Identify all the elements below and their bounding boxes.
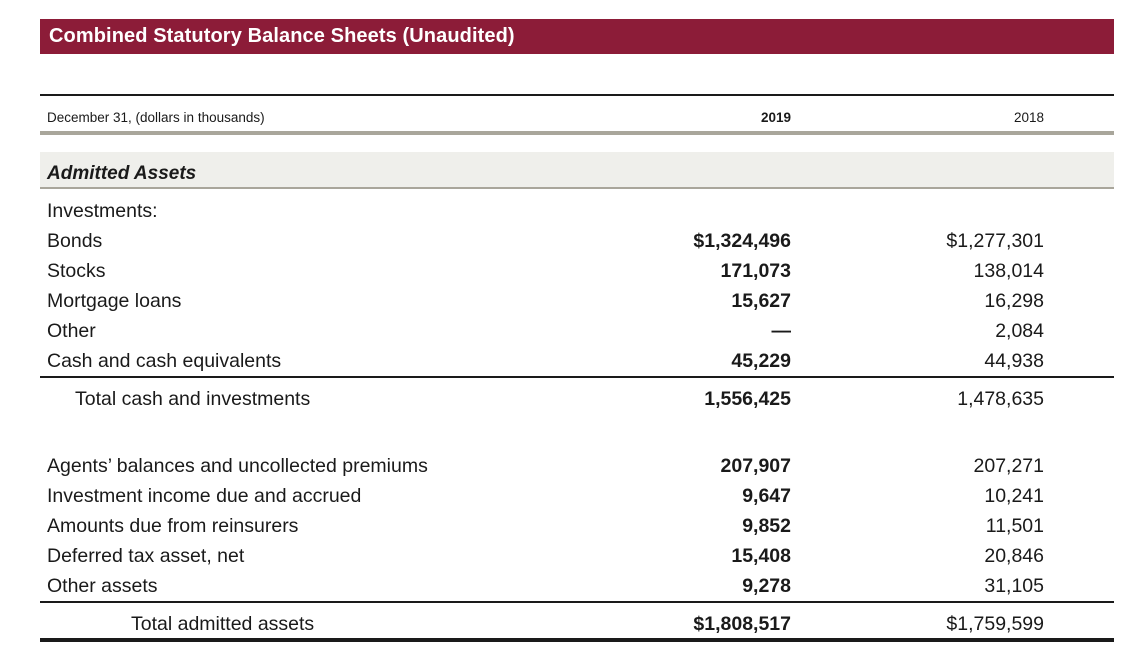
row-label: Agents’ balances and uncollected premium… bbox=[47, 455, 428, 477]
row-label: Total cash and investments bbox=[75, 388, 311, 410]
section-heading-admitted-assets: Admitted Assets bbox=[40, 152, 1114, 187]
row-label: Amounts due from reinsurers bbox=[47, 515, 299, 537]
row-label: Total admitted assets bbox=[131, 613, 315, 635]
value-2018: 11,501 bbox=[985, 515, 1044, 537]
value-2018: 207,271 bbox=[973, 455, 1045, 477]
total-rule bbox=[40, 601, 1114, 603]
value-2019: $1,324,496 bbox=[693, 230, 791, 252]
table-row: Amounts due from reinsurers 9,852 11,501 bbox=[40, 511, 1114, 541]
value-2018: 1,478,635 bbox=[957, 388, 1044, 410]
value-2019: 9,278 bbox=[742, 575, 791, 597]
row-label: Investment income due and accrued bbox=[47, 485, 362, 507]
value-2019: 15,627 bbox=[731, 290, 791, 312]
value-2018: 10,241 bbox=[984, 485, 1044, 507]
column-header-2019: 2019 bbox=[760, 110, 791, 125]
table-row: Agents’ balances and uncollected premium… bbox=[40, 451, 1114, 481]
table-row: Other — 2,084 bbox=[40, 316, 1114, 346]
statement-title: Combined Statutory Balance Sheets (Unaud… bbox=[40, 19, 1114, 54]
value-2018: 2,084 bbox=[995, 320, 1044, 342]
table-row: Investment income due and accrued 9,647 … bbox=[40, 481, 1114, 511]
column-header-row: December 31, (dollars in thousands) 2019… bbox=[40, 104, 1114, 132]
subtotal-rule bbox=[40, 376, 1114, 378]
table-row: Deferred tax asset, net 15,408 20,846 bbox=[40, 541, 1114, 571]
section-band-rule bbox=[40, 187, 1114, 189]
value-2019: 1,556,425 bbox=[704, 388, 791, 410]
row-label: Investments: bbox=[47, 200, 158, 222]
value-2019: $1,808,517 bbox=[693, 613, 791, 635]
table-row: Other assets 9,278 31,105 bbox=[40, 571, 1114, 601]
table-row: Investments: bbox=[40, 196, 1114, 226]
value-2019: 9,852 bbox=[742, 515, 791, 537]
table-row: Cash and cash equivalents 45,229 44,938 bbox=[40, 346, 1114, 376]
value-2019: — bbox=[771, 320, 792, 342]
value-2018: 138,014 bbox=[973, 260, 1045, 282]
value-2018: $1,277,301 bbox=[946, 230, 1044, 252]
table-row: Mortgage loans 15,627 16,298 bbox=[40, 286, 1114, 316]
value-2018: 44,938 bbox=[984, 350, 1044, 372]
row-label: Other bbox=[47, 320, 96, 342]
value-2019: 171,073 bbox=[720, 260, 792, 282]
value-2018: $1,759,599 bbox=[946, 613, 1044, 635]
row-label: Cash and cash equivalents bbox=[47, 350, 282, 372]
header-top-rule bbox=[40, 94, 1114, 96]
row-label: Bonds bbox=[47, 230, 103, 252]
column-header-period: December 31, (dollars in thousands) bbox=[47, 110, 265, 125]
value-2018: 31,105 bbox=[984, 575, 1044, 597]
value-2018: 16,298 bbox=[984, 290, 1044, 312]
table-row: Bonds $1,324,496 $1,277,301 bbox=[40, 226, 1114, 256]
grand-total-rule bbox=[40, 638, 1114, 642]
row-label: Deferred tax asset, net bbox=[47, 545, 245, 567]
row-label: Other assets bbox=[47, 575, 158, 597]
table-row-subtotal: Total cash and investments 1,556,425 1,4… bbox=[40, 384, 1114, 414]
table-row-total: Total admitted assets $1,808,517 $1,759,… bbox=[40, 609, 1114, 639]
row-label: Mortgage loans bbox=[47, 290, 182, 312]
value-2018: 20,846 bbox=[984, 545, 1044, 567]
table-row: Stocks 171,073 138,014 bbox=[40, 256, 1114, 286]
column-header-2018: 2018 bbox=[1013, 110, 1044, 125]
row-label: Stocks bbox=[47, 260, 106, 282]
value-2019: 15,408 bbox=[731, 545, 791, 567]
value-2019: 207,907 bbox=[720, 455, 792, 477]
header-bottom-rule bbox=[40, 131, 1114, 135]
value-2019: 45,229 bbox=[731, 350, 791, 372]
value-2019: 9,647 bbox=[742, 485, 791, 507]
